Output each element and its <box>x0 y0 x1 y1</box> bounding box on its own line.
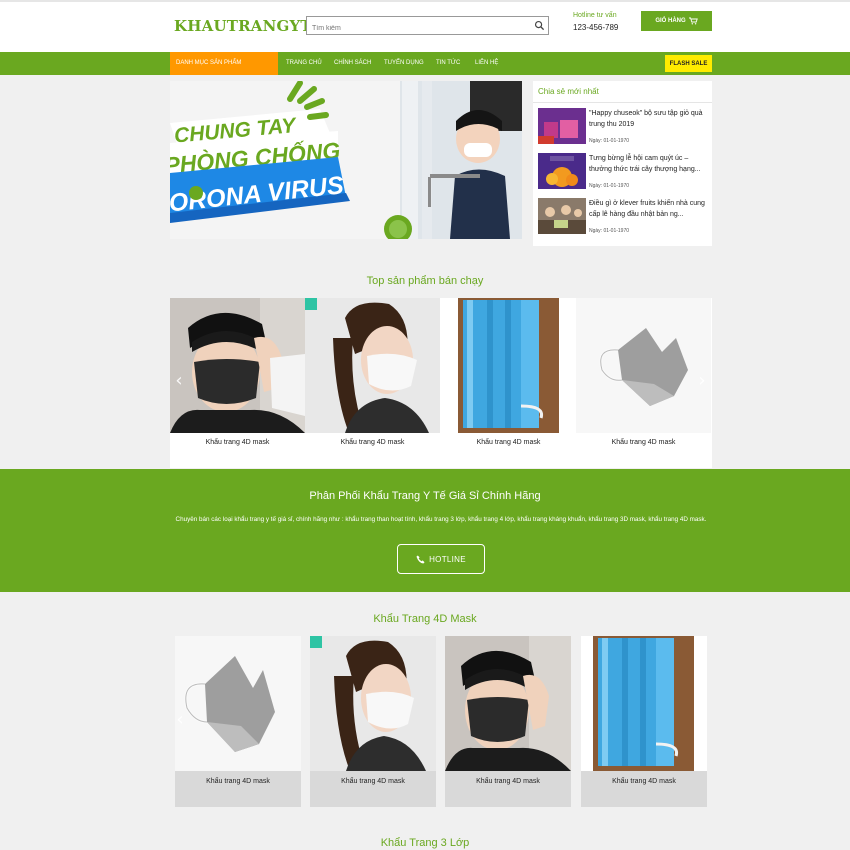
category-menu-button[interactable]: DANH MỤC SẢN PHẨM <box>170 52 278 75</box>
product-image[interactable] <box>576 298 711 433</box>
carousel-next-arrow[interactable]: › <box>694 710 708 730</box>
product-name[interactable]: Khẩu trang 4D mask <box>581 778 707 785</box>
news-title: Chia sẻ mới nhất <box>533 81 712 103</box>
flash-sale-button[interactable]: FLASH SALE <box>665 55 712 72</box>
main-nav: DANH MỤC SẢN PHẨM TRANG CHỦ CHÍNH SÁCH T… <box>0 52 850 75</box>
nav-contact[interactable]: LIÊN HỆ <box>475 60 498 66</box>
nav-news[interactable]: TIN TỨC <box>436 60 460 66</box>
hotline-button-label: HOTLINE <box>429 554 466 564</box>
news-item-title[interactable]: Điều gì ở klever fruits khiến nhà cung c… <box>589 198 711 220</box>
news-item-date: Ngày: 01-01-1970 <box>589 183 630 189</box>
search-input[interactable] <box>307 20 522 37</box>
product-name[interactable]: Khẩu trang 4D mask <box>305 439 440 446</box>
product-image[interactable] <box>305 298 440 433</box>
news-thumbnail <box>538 198 586 234</box>
product-name[interactable]: Khẩu trang 4D mask <box>310 778 436 785</box>
search-icon[interactable] <box>534 20 545 31</box>
product-name[interactable]: Khẩu trang 4D mask <box>576 439 711 446</box>
product-name[interactable]: Khẩu trang 4D mask <box>175 778 301 785</box>
product-card[interactable]: Khẩu trang 4D mask <box>310 636 436 807</box>
promo-text: Chuyên bán các loại khẩu trang y tế giá … <box>175 516 707 523</box>
product-image[interactable] <box>441 298 576 433</box>
product-image[interactable] <box>310 636 436 771</box>
section-4d-carousel: Khẩu trang 4D mask Khẩu trang 4D mask Kh… <box>175 636 707 807</box>
product-card[interactable]: Khẩu trang 4D mask <box>445 636 571 807</box>
product-image[interactable] <box>445 636 571 771</box>
bestsellers-title: Top sản phẩm bán chạy <box>366 275 484 287</box>
product-card[interactable]: Khẩu trang 4D mask <box>170 298 305 468</box>
section-4d-title: Khẩu Trang 4D Mask <box>373 613 477 625</box>
cart-icon <box>688 17 698 25</box>
product-card[interactable]: Khẩu trang 4D mask <box>441 298 576 468</box>
phone-icon <box>416 554 425 564</box>
search-box <box>306 16 549 37</box>
product-image[interactable] <box>175 636 301 771</box>
product-name[interactable]: Khẩu trang 4D mask <box>170 439 305 446</box>
banner-image: CHUNG TAY PHÒNG CHỐNG CORONA VIRUS <box>170 81 522 239</box>
bestsellers-carousel: Khẩu trang 4D mask Khẩu trang 4D mask Kh… <box>170 298 712 468</box>
carousel-next-arrow[interactable]: › <box>695 371 709 391</box>
section-3lop-title: Khẩu Trang 3 Lớp <box>380 837 470 849</box>
news-thumbnail <box>538 108 586 144</box>
hotline-block: Hotline tư vấn 123-456-789 <box>573 12 618 32</box>
news-item-title[interactable]: Tưng bừng lễ hội cam quýt úc – thưởng th… <box>589 153 711 175</box>
hotline-number[interactable]: 123-456-789 <box>573 23 618 32</box>
news-thumbnail <box>538 153 586 189</box>
product-name[interactable]: Khẩu trang 4D mask <box>441 439 576 446</box>
news-sidebar: Chia sẻ mới nhất "Happy chuseok" bộ sưu … <box>533 81 712 246</box>
news-item-date: Ngày: 01-01-1970 <box>589 228 630 234</box>
product-card[interactable]: Khẩu trang 4D mask <box>305 298 440 468</box>
site-logo[interactable]: KHAUTRANGYTE <box>174 17 323 35</box>
carousel-prev-arrow[interactable]: ‹ <box>173 710 187 730</box>
nav-policy[interactable]: CHÍNH SÁCH <box>334 60 371 66</box>
nav-recruitment[interactable]: TUYỂN DỤNG <box>384 60 424 66</box>
news-item-title[interactable]: "Happy chuseok" bộ sưu tập giỏ quà trung… <box>589 108 711 130</box>
news-item-date: Ngày: 01-01-1970 <box>589 138 630 144</box>
carousel-prev-arrow[interactable]: ‹ <box>172 371 186 391</box>
promo-banner: Phân Phối Khẩu Trang Y Tế Giá Sỉ Chính H… <box>0 469 850 592</box>
news-item[interactable]: Điều gì ở klever fruits khiến nhà cung c… <box>538 198 710 238</box>
hotline-button[interactable]: HOTLINE <box>397 544 485 574</box>
product-image[interactable] <box>170 298 305 433</box>
header: KHAUTRANGYTE Hotline tư vấn 123-456-789 … <box>0 2 850 52</box>
product-card[interactable]: Khẩu trang 4D mask <box>576 298 711 468</box>
hotline-label: Hotline tư vấn <box>573 12 617 19</box>
product-card[interactable]: Khẩu trang 4D mask <box>175 636 301 807</box>
product-image[interactable] <box>581 636 707 771</box>
product-name[interactable]: Khẩu trang 4D mask <box>445 778 571 785</box>
promo-title: Phân Phối Khẩu Trang Y Tế Giá Sỉ Chính H… <box>309 490 541 502</box>
news-item[interactable]: Tưng bừng lễ hội cam quýt úc – thưởng th… <box>538 153 710 193</box>
cart-label: GIỎ HÀNG <box>655 18 686 24</box>
hero-banner[interactable]: CHUNG TAY PHÒNG CHỐNG CORONA VIRUS <box>170 81 522 239</box>
news-item[interactable]: "Happy chuseok" bộ sưu tập giỏ quà trung… <box>538 108 710 148</box>
cart-button[interactable]: GIỎ HÀNG <box>641 11 712 31</box>
product-card[interactable]: Khẩu trang 4D mask <box>581 636 707 807</box>
nav-home[interactable]: TRANG CHỦ <box>286 60 322 66</box>
